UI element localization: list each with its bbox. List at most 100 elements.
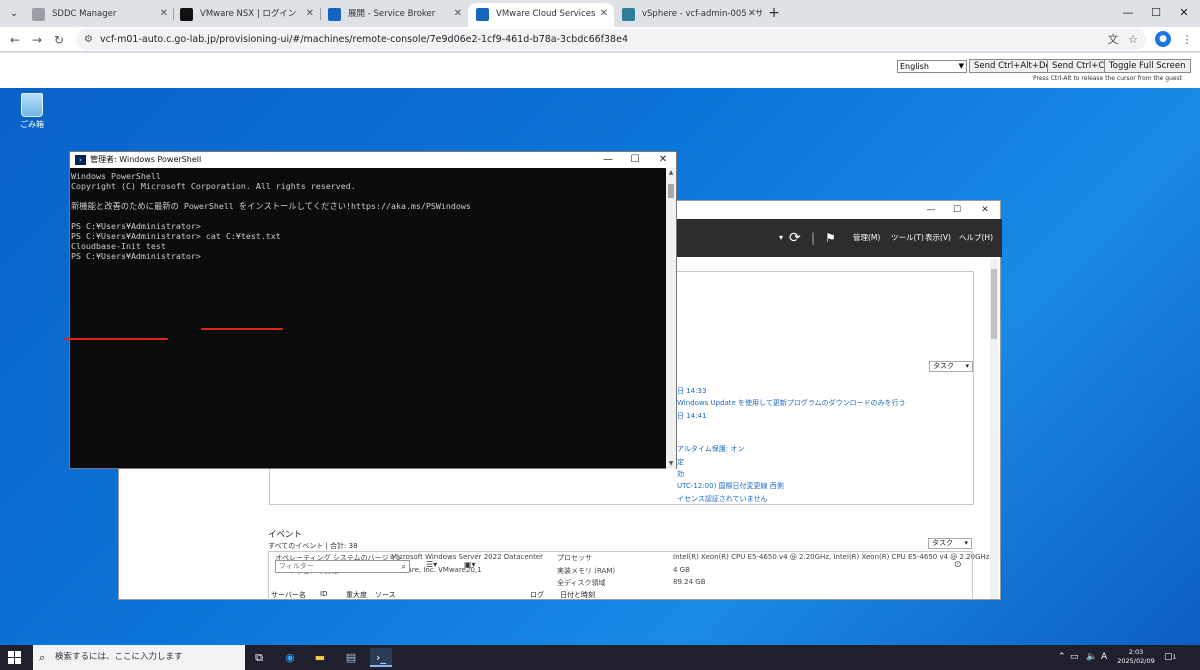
maximize-icon[interactable]: ☐ xyxy=(947,201,967,219)
prop-label: オペレーティング システムのバージョン xyxy=(275,554,403,562)
powershell-titlebar[interactable]: › 管理者: Windows PowerShell — ☐ ✕ xyxy=(70,152,676,168)
network-icon[interactable]: ▭ xyxy=(1070,645,1079,670)
menu-help[interactable]: ヘルプ(H) xyxy=(959,219,993,257)
flag-icon[interactable]: ⚑ xyxy=(825,219,836,257)
send-ctrl-alt-del-button[interactable]: Send Ctrl+Alt+Del xyxy=(969,59,1059,73)
close-icon[interactable]: ✕ xyxy=(454,3,462,25)
menu-manage[interactable]: 管理(M) xyxy=(853,219,880,257)
send-ctrl-c-button[interactable]: Send Ctrl+C xyxy=(1047,59,1110,73)
site-info-icon[interactable]: ⚙ xyxy=(82,33,95,46)
close-icon[interactable]: ✕ xyxy=(748,3,756,25)
prop-value[interactable]: アルタイム保護: オン xyxy=(677,444,744,454)
scroll-up-icon[interactable]: ▲ xyxy=(666,168,676,178)
prop-value[interactable]: 日 14:33 xyxy=(677,386,706,396)
divider: | xyxy=(811,231,816,245)
minimize-icon[interactable]: — xyxy=(1118,4,1138,22)
vertical-scrollbar[interactable] xyxy=(990,259,998,599)
console-line: Cloudbase-Init test xyxy=(71,241,166,251)
prop-label: ハードウェアの情報 xyxy=(275,567,338,575)
new-tab-button[interactable]: + xyxy=(765,4,783,22)
prop-label: プロセッサ xyxy=(557,554,592,562)
recycle-bin-shortcut[interactable]: ごみ箱 xyxy=(18,93,46,130)
menu-tools[interactable]: ツール(T) xyxy=(891,219,924,257)
volume-icon[interactable]: 🔈 xyxy=(1086,645,1097,670)
tab-label: VMware NSX | ログイン xyxy=(200,9,297,19)
profile-avatar-icon[interactable]: ● xyxy=(1155,31,1171,47)
language-value: English xyxy=(900,62,929,71)
scroll-down-icon[interactable]: ▼ xyxy=(666,459,676,469)
annotation-underline xyxy=(201,328,283,330)
close-icon[interactable]: ✕ xyxy=(600,3,608,25)
powershell-taskbar-icon[interactable]: ›_ xyxy=(370,648,392,667)
prop-value: 4 GB xyxy=(673,566,690,574)
window-close-icon[interactable]: ✕ xyxy=(653,152,673,168)
window-close-icon[interactable]: ✕ xyxy=(975,201,995,219)
console-line: PS C:¥Users¥Administrator> xyxy=(71,251,201,261)
tab-vsphere[interactable]: vSphere - vcf-admin-005 - サマ ✕ xyxy=(614,3,762,27)
edge-browser-icon[interactable]: ◉ xyxy=(279,648,301,667)
tasks-dropdown-button[interactable]: タスク ▾ xyxy=(929,361,973,372)
windows-start-icon[interactable] xyxy=(8,651,21,664)
tab-vmware-nsx[interactable]: VMware NSX | ログイン ✕ xyxy=(172,3,320,27)
chevron-down-icon: ▾ xyxy=(965,362,969,370)
powershell-console-output[interactable]: Windows PowerShell Copyright (C) Microsof… xyxy=(71,171,667,466)
close-icon[interactable]: ✕ xyxy=(160,3,168,25)
prop-value[interactable]: 効 xyxy=(677,469,684,479)
clock-date: 2025/02/09 xyxy=(1117,657,1155,665)
window-close-icon[interactable]: ✕ xyxy=(1174,4,1194,22)
bookmark-star-icon[interactable]: ☆ xyxy=(1124,31,1142,49)
maximize-icon[interactable]: ☐ xyxy=(625,152,645,168)
minimize-icon[interactable]: — xyxy=(598,152,618,168)
tab-vmware-cloud-services[interactable]: VMware Cloud Services ✕ xyxy=(468,3,614,27)
powershell-icon: › xyxy=(75,155,86,165)
vertical-scrollbar[interactable]: ▲ ▼ xyxy=(666,168,676,469)
server-manager-icon[interactable]: ▤ xyxy=(340,648,362,667)
url-bar[interactable]: ⚙ vcf-m01-auto.c.go-lab.jp/provisioning-… xyxy=(76,29,1146,50)
forward-icon[interactable]: → xyxy=(28,31,46,49)
release-cursor-hint: Press Ctrl-Alt to release the cursor fro… xyxy=(1033,75,1183,82)
tab-label: 展開 - Service Broker xyxy=(348,9,436,19)
prop-value[interactable]: イセンス認証されていません xyxy=(677,494,767,504)
tray-overflow-icon[interactable]: ⌃ xyxy=(1058,645,1066,670)
console-line: 新機能と改善のために最新の PowerShell をインストールしてください!h… xyxy=(71,201,471,211)
minimize-icon[interactable]: — xyxy=(921,201,941,219)
ime-indicator[interactable]: A xyxy=(1101,645,1107,670)
taskbar-search-box[interactable]: ⌕ 検索するには、ここに入力します xyxy=(33,645,245,670)
tab-search-icon[interactable]: ⌄ xyxy=(6,6,22,22)
menu-view[interactable]: 表示(V) xyxy=(925,219,951,257)
prop-value[interactable]: 日 14:41 xyxy=(677,411,706,421)
maximize-icon[interactable]: ☐ xyxy=(1146,4,1166,22)
refresh-icon[interactable]: ⟳ xyxy=(789,219,801,257)
taskbar-clock[interactable]: 2:03 2025/02/09 xyxy=(1116,648,1156,666)
nsx-favicon-icon xyxy=(180,8,193,21)
vsphere-favicon-icon xyxy=(622,8,635,21)
prop-value[interactable]: 定 xyxy=(677,457,684,467)
back-icon[interactable]: ← xyxy=(6,31,24,49)
tab-label: SDDC Manager xyxy=(52,9,117,19)
powershell-window[interactable]: › 管理者: Windows PowerShell — ☐ ✕ Windows … xyxy=(64,151,677,469)
search-icon: ⌕ xyxy=(39,651,46,664)
vmware-favicon-icon xyxy=(476,8,489,21)
translate-icon[interactable]: 文 xyxy=(1104,31,1122,49)
console-line: PS C:¥Users¥Administrator> cat C:¥test.t… xyxy=(71,231,281,241)
task-view-icon[interactable]: ⧉ xyxy=(248,648,270,667)
url-text: vcf-m01-auto.c.go-lab.jp/provisioning-ui… xyxy=(100,34,628,45)
toggle-full-screen-button[interactable]: Toggle Full Screen xyxy=(1104,59,1191,73)
prop-value: Intel(R) Xeon(R) CPU E5-4650 v4 @ 2.20GH… xyxy=(673,553,990,561)
keyboard-language-select[interactable]: English ▼ xyxy=(897,60,967,73)
chevron-down-icon[interactable]: ▾ xyxy=(779,219,783,257)
remote-desktop[interactable]: ごみ箱 — ☐ ✕ ▾ ⟳ | ⚑ 管理(M) ツール(T) 表示(V) ヘルプ… xyxy=(0,88,1200,645)
notification-icon[interactable]: ▢1 xyxy=(1164,645,1176,670)
prop-value[interactable]: UTC-12:00) 国際日付変更線 西側 xyxy=(677,481,784,491)
annotation-underline xyxy=(64,338,168,340)
more-menu-icon[interactable]: ⋮ xyxy=(1178,31,1196,49)
prop-value[interactable]: Windows Update を使用して更新プログラムのダウンロードのみを行う xyxy=(677,398,906,408)
tab-sddc-manager[interactable]: SDDC Manager ✕ xyxy=(24,3,174,27)
prop-value: VMware, Inc. VMware20,1 xyxy=(391,566,482,574)
reload-icon[interactable]: ↻ xyxy=(50,31,68,49)
file-explorer-icon[interactable]: ▬ xyxy=(309,648,331,667)
tab-service-broker[interactable]: 展開 - Service Broker ✕ xyxy=(320,3,468,27)
close-icon[interactable]: ✕ xyxy=(306,3,314,25)
powershell-title: 管理者: Windows PowerShell xyxy=(90,155,202,164)
